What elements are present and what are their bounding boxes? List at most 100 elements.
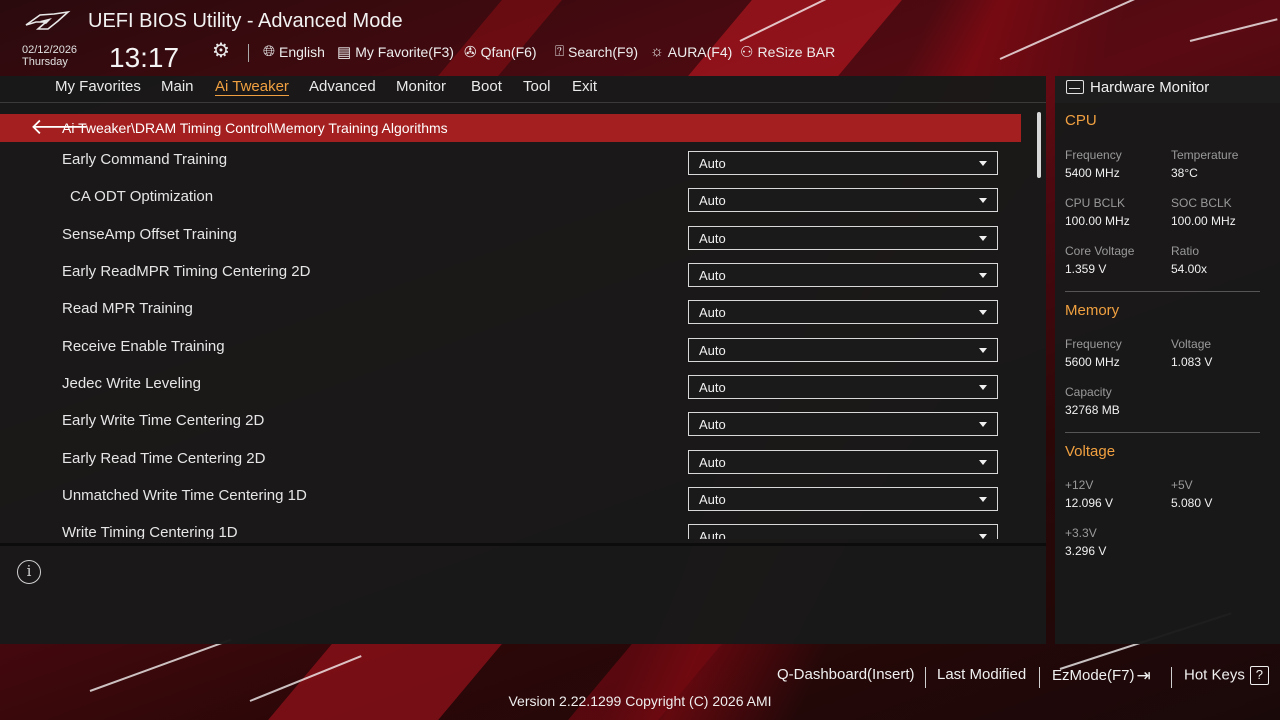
hw-label: Voltage	[1171, 337, 1212, 351]
hw-value: 38°C	[1171, 166, 1198, 180]
setting-label: Early Read Time Centering 2D	[62, 450, 266, 467]
setting-label: Early Command Training	[62, 151, 228, 168]
setting-dropdown[interactable]: Auto	[688, 412, 998, 436]
setting-label: CA ODT Optimization	[70, 188, 214, 205]
setting-row: CA ODT Optimization Auto	[0, 179, 1040, 216]
hw-label: Capacity	[1065, 385, 1112, 399]
setting-row: Write Timing Centering 1D Auto	[0, 515, 1040, 539]
my-favorite-button[interactable]: ▤ My Favorite(F3)	[337, 43, 454, 61]
footer-divider	[925, 667, 926, 688]
setting-dropdown[interactable]: Auto	[688, 226, 998, 250]
caret-down-icon	[979, 497, 987, 502]
caret-down-icon	[979, 198, 987, 203]
caret-down-icon	[979, 385, 987, 390]
hot-keys-button[interactable]: Hot Keys?	[1184, 666, 1269, 685]
tab-my-favorites[interactable]: My Favorites	[55, 78, 141, 95]
search-label: Search(F9)	[568, 43, 639, 60]
hw-label: CPU BCLK	[1065, 196, 1126, 210]
setting-dropdown[interactable]: Auto	[688, 263, 998, 287]
hw-value: 1.083 V	[1171, 355, 1213, 369]
caret-down-icon	[979, 236, 987, 241]
caret-down-icon	[979, 273, 987, 278]
hw-label: Temperature	[1171, 148, 1239, 162]
help-divider	[0, 543, 1046, 546]
date-display: 02/12/2026 Thursday	[22, 44, 77, 68]
dropdown-value: Auto	[699, 417, 726, 432]
version-text: Version 2.22.1299 Copyright (C) 2026 AMI	[508, 693, 772, 709]
gear-icon[interactable]: ⚙	[212, 38, 230, 63]
hw-value: 5.080 V	[1171, 496, 1213, 510]
dropdown-value: Auto	[699, 268, 726, 283]
hw-value: 5600 MHz	[1065, 355, 1120, 369]
dropdown-value: Auto	[699, 380, 726, 395]
tab-boot[interactable]: Boot	[471, 78, 502, 95]
last-modified-button[interactable]: Last Modified	[937, 666, 1026, 683]
hw-value: 54.00x	[1171, 262, 1208, 276]
search-button[interactable]: ⍰ Search(F9)	[555, 43, 638, 60]
settings-scrollbar[interactable]	[1037, 112, 1041, 178]
hw-label: +3.3V	[1065, 526, 1097, 540]
dropdown-value: Auto	[699, 156, 726, 171]
day-text: Thursday	[22, 56, 68, 68]
setting-row: Early ReadMPR Timing Centering 2D Auto	[0, 254, 1040, 291]
hw-label: Frequency	[1065, 148, 1122, 162]
caret-down-icon	[979, 161, 987, 166]
clock[interactable]: 13:17	[109, 42, 179, 74]
setting-label: Read MPR Training	[62, 300, 193, 317]
app-title: UEFI BIOS Utility - Advanced Mode	[88, 10, 403, 32]
setting-dropdown[interactable]: Auto	[688, 188, 998, 212]
q-dashboard-button[interactable]: Q-Dashboard(Insert)	[777, 666, 915, 683]
aura-button[interactable]: ☼ AURA(F4)	[650, 43, 732, 60]
setting-dropdown[interactable]: Auto	[688, 300, 998, 324]
hot-keys-label: Hot Keys	[1184, 666, 1245, 684]
setting-dropdown[interactable]: Auto	[688, 338, 998, 362]
resize-bar-button[interactable]: ⚇ ReSize BAR	[740, 43, 835, 61]
setting-dropdown[interactable]: Auto	[688, 450, 998, 474]
setting-dropdown[interactable]: Auto	[688, 375, 998, 399]
tab-monitor[interactable]: Monitor	[396, 78, 446, 95]
setting-label: SenseAmp Offset Training	[62, 226, 237, 243]
gpu-memory-icon: ⚇	[740, 44, 754, 61]
tab-main[interactable]: Main	[161, 78, 194, 95]
tab-ai-tweaker[interactable]: Ai Tweaker	[215, 78, 289, 96]
date-text: 02/12/2026	[22, 44, 78, 56]
header-divider	[248, 44, 249, 62]
hw-label: Ratio	[1171, 244, 1200, 258]
setting-row: Receive Enable Training Auto	[0, 329, 1040, 366]
breadcrumb: Ai Tweaker\DRAM Timing Control\Memory Tr…	[62, 120, 448, 136]
setting-dropdown[interactable]: Auto	[688, 487, 998, 511]
setting-row: Unmatched Write Time Centering 1D Auto	[0, 478, 1040, 515]
setting-dropdown[interactable]: Auto	[688, 524, 998, 539]
caret-down-icon	[979, 534, 987, 539]
footer-divider	[1171, 667, 1172, 688]
tab-exit[interactable]: Exit	[572, 78, 597, 95]
switch-mode-icon: ⇥	[1136, 666, 1151, 685]
nav-divider	[0, 102, 1046, 103]
hw-label: Core Voltage	[1065, 244, 1135, 258]
favorite-list-icon: ▤	[337, 44, 352, 61]
tab-advanced[interactable]: Advanced	[309, 78, 376, 95]
hw-label: +5V	[1171, 478, 1193, 492]
setting-dropdown[interactable]: Auto	[688, 151, 998, 175]
ezmode-button[interactable]: EzMode(F7) ⇥	[1052, 666, 1151, 686]
settings-list[interactable]: Early Command Training Auto CA ODT Optim…	[0, 142, 1040, 539]
search-help-icon: ⍰	[555, 43, 565, 60]
main-nav-tabs: My Favorites Main Ai Tweaker Advanced Mo…	[0, 76, 1046, 102]
caret-down-icon	[979, 310, 987, 315]
hw-label: Frequency	[1065, 337, 1122, 351]
language-button[interactable]: 🌐︎ English	[263, 43, 325, 60]
my-favorite-label: My Favorite(F3)	[355, 44, 454, 60]
globe-icon: 🌐︎	[263, 43, 276, 60]
monitor-icon	[1066, 80, 1084, 94]
caret-down-icon	[979, 348, 987, 353]
setting-label: Write Timing Centering 1D	[62, 524, 238, 539]
footer-divider	[1039, 667, 1040, 688]
hw-value: 12.096 V	[1065, 496, 1114, 510]
hw-divider	[1065, 291, 1260, 292]
tab-tool[interactable]: Tool	[523, 78, 551, 95]
ezmode-label: EzMode(F7)	[1052, 666, 1135, 684]
dropdown-value: Auto	[699, 529, 726, 539]
hw-value: 100.00 MHz	[1065, 214, 1130, 228]
qfan-button[interactable]: ✇ Qfan(F6)	[464, 43, 537, 61]
fan-icon: ✇	[464, 44, 477, 61]
